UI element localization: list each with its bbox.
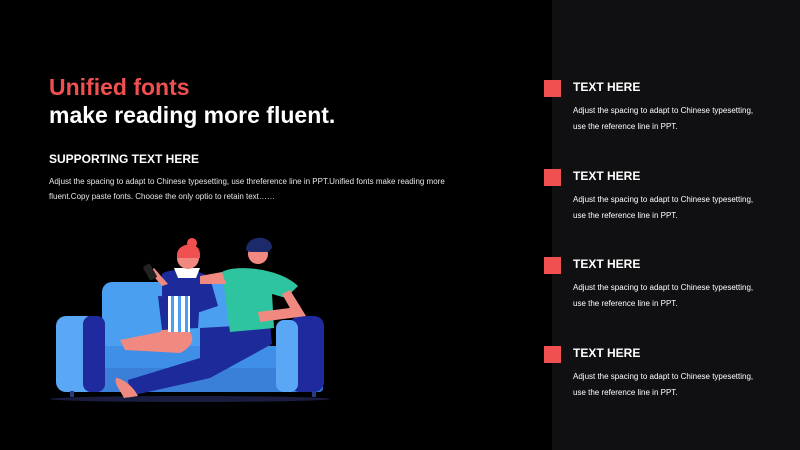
popcorn-stripe-3 (185, 296, 188, 332)
supporting-body: Adjust the spacing to adapt to Chinese t… (49, 177, 445, 201)
feature-item-title: TEXT HERE (573, 80, 641, 94)
sofa-armrest-right-front (276, 320, 298, 392)
accent-square-icon (544, 80, 561, 97)
feature-item-title: TEXT HERE (573, 346, 641, 360)
feature-item-text: Adjust the spacing to adapt to Chinese t… (573, 106, 754, 131)
feature-item-1: TEXT HERE Adjust the spacing to adapt to… (544, 79, 774, 139)
feature-item-text: Adjust the spacing to adapt to Chinese t… (573, 283, 754, 308)
woman-hair-bun (187, 238, 197, 248)
feature-item-4: TEXT HERE Adjust the spacing to adapt to… (544, 345, 774, 405)
feature-item-2: TEXT HERE Adjust the spacing to adapt to… (544, 168, 774, 228)
accent-square-icon (544, 257, 561, 274)
supporting-heading: SUPPORTING TEXT HERE (49, 152, 200, 166)
feature-item-text: Adjust the spacing to adapt to Chinese t… (573, 372, 754, 397)
popcorn-stripe-2 (178, 296, 181, 332)
feature-item-title: TEXT HERE (573, 169, 641, 183)
sofa-leg-left (70, 391, 74, 397)
title-line-accent: Unified fonts (49, 74, 190, 100)
sofa-armrest-left-inner (83, 316, 105, 392)
popcorn-stripe-1 (171, 296, 174, 332)
title-line-main: make reading more fluent. (49, 102, 336, 128)
woman-collar (174, 268, 200, 278)
floor-shadow (50, 396, 330, 402)
man-hair (246, 237, 272, 252)
feature-item-title: TEXT HERE (573, 257, 641, 271)
slide: Unified fonts make reading more fluent. … (0, 0, 800, 450)
feature-item-3: TEXT HERE Adjust the spacing to adapt to… (544, 256, 774, 316)
man-arm-back (200, 272, 226, 284)
couple-on-sofa-illustration (50, 237, 330, 402)
sofa-leg-right (312, 391, 316, 397)
accent-square-icon (544, 169, 561, 186)
accent-square-icon (544, 346, 561, 363)
feature-item-text: Adjust the spacing to adapt to Chinese t… (573, 195, 754, 220)
